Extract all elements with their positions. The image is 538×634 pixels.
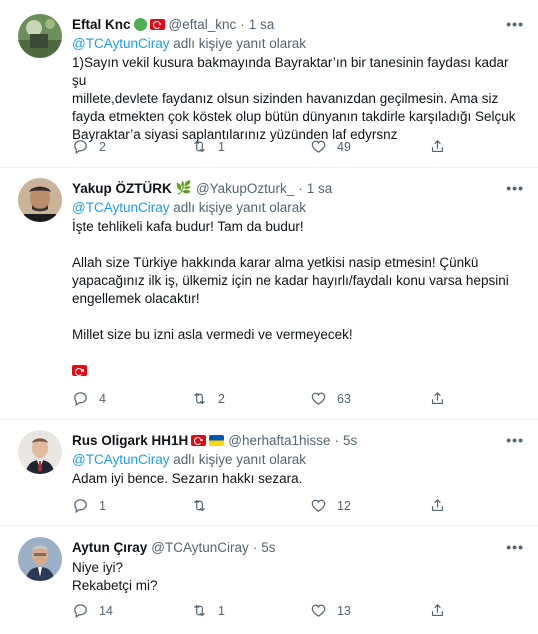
reply-count: 14 — [99, 603, 113, 618]
retweet-count: 2 — [218, 391, 225, 406]
reply-icon — [74, 499, 87, 514]
turkey-flag-icon — [149, 18, 165, 30]
heart-icon — [311, 604, 326, 617]
more-options-icon[interactable]: ••• — [506, 180, 524, 196]
separator-dot: · — [252, 539, 258, 555]
tweet[interactable]: Rus Oligark HH1H @herhafta1hisse · 5s @T… — [0, 420, 538, 526]
tweet-text: 1)Sayın vekil kusura bakmayında Bayrakta… — [72, 55, 516, 142]
reply-icon — [74, 392, 87, 407]
retweet-icon — [194, 392, 205, 405]
share-icon — [431, 139, 444, 153]
share-button[interactable] — [429, 497, 446, 514]
more-options-icon[interactable]: ••• — [506, 432, 524, 448]
username[interactable]: @herhafta1hisse — [228, 433, 330, 448]
reply-button[interactable]: 1 — [72, 497, 191, 514]
avatar[interactable] — [18, 14, 62, 58]
turkey-flag-icon — [72, 365, 87, 376]
reply-icon — [74, 604, 87, 619]
heart-icon — [311, 140, 326, 153]
green-circle-icon — [133, 17, 147, 31]
like-count: 49 — [337, 139, 351, 154]
reply-button[interactable]: 4 — [72, 390, 191, 407]
tweet[interactable]: Yakup ÖZTÜRK 🌿 @YakupOzturk_ · 1 sa @TCA… — [0, 168, 538, 420]
share-icon — [431, 603, 444, 617]
tweet-text: İşte tehlikeli kafa budur! Tam da budur!… — [72, 218, 524, 380]
turkey-flag-icon — [191, 434, 207, 446]
reply-count: 4 — [99, 391, 106, 406]
reply-button[interactable]: 14 — [72, 602, 191, 619]
display-name[interactable]: Yakup ÖZTÜRK — [72, 181, 172, 196]
retweet-count: 1 — [218, 603, 225, 618]
like-button[interactable]: 49 — [310, 138, 429, 155]
separator-dot: · — [240, 16, 245, 32]
reply-context: @TCAytunCiray adlı kişiye yanıt olarak — [72, 452, 307, 467]
retweet-icon — [194, 604, 205, 617]
avatar[interactable] — [18, 430, 62, 474]
share-button[interactable] — [429, 390, 446, 407]
retweet-button[interactable]: 1 — [191, 602, 310, 619]
display-name[interactable]: Eftal Knc — [72, 17, 131, 32]
reply-count: 1 — [99, 498, 106, 513]
username[interactable]: @eftal_knc — [169, 17, 237, 32]
timestamp[interactable]: 1 sa — [307, 181, 333, 196]
reply-icon — [74, 140, 87, 155]
tweet[interactable]: Eftal Knc @eftal_knc · 1 sa @TCAytunCira… — [0, 0, 538, 168]
reply-context: @TCAytunCiray adlı kişiye yanıt olarak — [72, 200, 307, 215]
username[interactable]: @YakupOzturk_ — [196, 181, 294, 196]
tweet-text: Niye iyi? Rekabetçi mi? — [72, 560, 158, 593]
tweet-text: Adam iyi bence. Sezarın hakkı sezara. — [72, 471, 303, 486]
share-icon — [431, 498, 444, 512]
username[interactable]: @TCAytunCiray — [151, 540, 248, 555]
retweet-icon — [194, 140, 205, 153]
timestamp[interactable]: 1 sa — [249, 17, 275, 32]
tweet[interactable]: Aytun Çıray @TCAytunCiray · 5s Niye iyi?… — [0, 526, 538, 634]
display-name[interactable]: Aytun Çıray — [72, 540, 147, 555]
heart-icon — [311, 392, 326, 405]
like-button[interactable]: 13 — [310, 602, 429, 619]
retweet-button[interactable] — [191, 497, 310, 514]
share-icon — [431, 391, 444, 405]
mention-link[interactable]: @TCAytunCiray — [72, 200, 169, 215]
reply-button[interactable]: 2 — [72, 138, 191, 155]
timestamp[interactable]: 5s — [343, 433, 357, 448]
heart-icon — [311, 499, 326, 512]
display-name[interactable]: Rus Oligark HH1H — [72, 433, 188, 448]
more-options-icon[interactable]: ••• — [506, 16, 524, 32]
separator-dot: · — [334, 432, 340, 448]
more-options-icon[interactable]: ••• — [506, 539, 524, 555]
like-button[interactable]: 63 — [310, 390, 429, 407]
mention-link[interactable]: @TCAytunCiray — [72, 36, 169, 51]
retweet-count: 1 — [218, 139, 225, 154]
retweet-button[interactable]: 2 — [191, 390, 310, 407]
share-button[interactable] — [429, 602, 446, 619]
retweet-button[interactable]: 1 — [191, 138, 310, 155]
reply-context: @TCAytunCiray adlı kişiye yanıt olarak — [72, 36, 307, 51]
separator-dot: · — [298, 180, 303, 196]
avatar[interactable] — [18, 537, 62, 581]
olive-branch-icon: 🌿 — [175, 180, 192, 195]
reply-count: 2 — [99, 139, 106, 154]
like-count: 63 — [337, 391, 351, 406]
share-button[interactable] — [429, 138, 446, 155]
like-count: 13 — [337, 603, 351, 618]
like-button[interactable]: 12 — [310, 497, 429, 514]
ukraine-flag-icon — [209, 434, 225, 446]
timestamp[interactable]: 5s — [261, 540, 275, 555]
avatar[interactable] — [18, 178, 62, 222]
retweet-icon — [194, 499, 205, 512]
like-count: 12 — [337, 498, 351, 513]
mention-link[interactable]: @TCAytunCiray — [72, 452, 169, 467]
